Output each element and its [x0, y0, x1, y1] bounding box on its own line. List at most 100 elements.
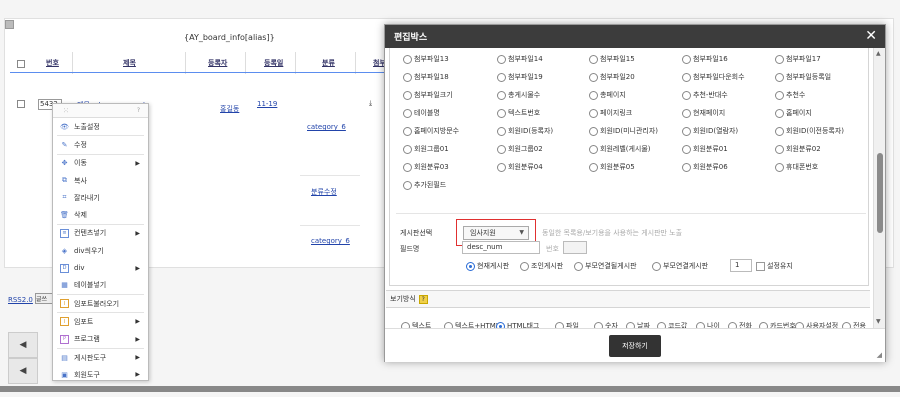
view-mode-option[interactable]: 나이 — [696, 321, 720, 328]
menu-item-import-load[interactable]: I 임포트불러오기 — [53, 295, 148, 312]
field-option[interactable]: 회원분류05 — [589, 162, 635, 172]
radio-button[interactable] — [403, 90, 412, 100]
menu-item-delete[interactable]: 🗑 삭제 — [53, 206, 148, 223]
radio-button[interactable] — [497, 162, 506, 172]
column-header-date[interactable]: 등록일 — [264, 58, 283, 68]
field-option[interactable]: 테이블명 — [403, 108, 440, 118]
view-mode-option[interactable]: 텍스트+HTML — [444, 321, 500, 328]
level-stepper[interactable]: 1 — [730, 259, 752, 272]
menu-item-edit[interactable]: ✎ 수정 — [53, 136, 148, 153]
menu-item-import[interactable]: I 임포트 ▶ — [53, 313, 148, 330]
menu-item-copy[interactable]: ⧉ 복사 — [53, 172, 148, 189]
radio-button[interactable] — [682, 54, 691, 64]
row-checkbox[interactable] — [17, 100, 25, 108]
field-option[interactable]: 페이지링크 — [589, 108, 632, 118]
board-type-option[interactable]: 부모연결될게시판 — [574, 261, 637, 271]
board-type-option[interactable]: 부모연결게시판 — [652, 261, 708, 271]
column-header-number[interactable]: 번호 — [46, 58, 59, 68]
radio-button[interactable] — [589, 90, 598, 100]
radio-button[interactable] — [497, 72, 506, 82]
dialog-scrollbar[interactable]: ▲ ▼ — [873, 48, 885, 328]
category-edit-link[interactable]: 분류수정 — [311, 187, 337, 197]
radio-button[interactable] — [589, 162, 598, 172]
radio-button[interactable] — [497, 90, 506, 100]
board-type-option[interactable]: 현재게시판 — [466, 261, 509, 271]
field-option[interactable]: 홈페이지방문수 — [403, 126, 459, 136]
help-icon[interactable]: ? — [137, 107, 140, 114]
field-option[interactable]: 첨부파일20 — [589, 72, 635, 82]
field-option[interactable]: 첨부파일19 — [497, 72, 543, 82]
radio-button[interactable] — [589, 72, 598, 82]
radio-button[interactable] — [403, 108, 412, 118]
rss-link[interactable]: RSS2.0 — [8, 296, 33, 304]
menu-item-div[interactable]: Ddiv ▶ — [53, 259, 148, 276]
menu-item-visibility[interactable]: 👁 노출설정 — [53, 118, 148, 135]
field-option[interactable]: 첨부파일등록일 — [775, 72, 831, 82]
radio-button[interactable] — [682, 162, 691, 172]
radio-button[interactable] — [403, 180, 412, 190]
field-option[interactable]: 첨부파일13 — [403, 54, 449, 64]
column-header-author[interactable]: 등록자 — [208, 58, 227, 68]
scroll-down-icon[interactable]: ▼ — [876, 318, 881, 325]
radio-button[interactable] — [682, 72, 691, 82]
view-mode-option[interactable]: 숫자 — [594, 321, 618, 328]
radio-button[interactable] — [589, 126, 598, 136]
radio-button[interactable] — [574, 261, 583, 271]
field-option[interactable]: 첨부파일16 — [682, 54, 728, 64]
radio-button[interactable] — [775, 108, 784, 118]
keep-setting-checkbox[interactable] — [756, 261, 765, 271]
radio-button[interactable] — [403, 162, 412, 172]
field-option[interactable]: 회원그룹02 — [497, 144, 543, 154]
field-option[interactable]: 텍스트번호 — [497, 108, 540, 118]
field-option[interactable]: 첨부파일14 — [497, 54, 543, 64]
radio-button[interactable] — [775, 72, 784, 82]
field-option[interactable]: 휴대폰번호 — [775, 162, 818, 172]
board-select[interactable]: 임사지원 ▼ — [463, 226, 529, 240]
download-icon[interactable]: ⤓ — [369, 99, 372, 108]
radio-button[interactable] — [682, 126, 691, 136]
view-mode-option[interactable]: 날짜 — [626, 321, 650, 328]
field-option[interactable]: 첨부파일다운회수 — [682, 72, 745, 82]
field-option[interactable]: 회원ID(미니관리자) — [589, 126, 658, 136]
select-all-checkbox[interactable] — [17, 60, 25, 68]
radio-button[interactable] — [497, 54, 506, 64]
field-option[interactable]: 회원레벨(게시물) — [589, 144, 651, 154]
menu-item-program[interactable]: P 프로그램 ▶ — [53, 331, 148, 348]
field-option[interactable]: 현재페이지 — [682, 108, 725, 118]
radio-button[interactable] — [589, 54, 598, 64]
column-header-category[interactable]: 분류 — [322, 58, 335, 68]
field-option[interactable]: 첨부파일18 — [403, 72, 449, 82]
field-option[interactable]: 회원ID(열람자) — [682, 126, 738, 136]
radio-button[interactable] — [403, 72, 412, 82]
view-mode-option[interactable]: 텍스트 — [401, 321, 431, 328]
dialog-titlebar[interactable]: 편집박스 ✕ — [385, 25, 885, 48]
radio-button[interactable] — [497, 126, 506, 136]
view-mode-option[interactable]: HTML태그 — [496, 321, 539, 328]
field-option[interactable]: 홈페이지 — [775, 108, 812, 118]
field-option[interactable]: 총페이지 — [589, 90, 626, 100]
menu-item-insert-content[interactable]: ≡ 컨텐츠넣기 ▶ — [53, 225, 148, 242]
number-input[interactable] — [563, 241, 587, 254]
menu-item-insert-table[interactable]: ▦ 테이블넣기 — [53, 277, 148, 294]
radio-button[interactable] — [403, 144, 412, 154]
radio-button[interactable] — [682, 90, 691, 100]
field-option[interactable]: 첨부파일크기 — [403, 90, 453, 100]
keep-setting-option[interactable]: 설정유지 — [756, 261, 793, 271]
field-option[interactable]: 추천수 — [775, 90, 805, 100]
column-header-title[interactable]: 제목 — [123, 58, 136, 68]
resize-handle-icon[interactable]: ◢ — [877, 351, 882, 359]
field-option[interactable]: 추천-반대수 — [682, 90, 728, 100]
menu-item-move[interactable]: ✥ 이동 ▶ — [53, 155, 148, 172]
close-icon[interactable]: ✕ — [865, 28, 877, 44]
menu-item-div-wrap[interactable]: ◈ div씌우기 — [53, 242, 148, 259]
field-option[interactable]: 회원그룹01 — [403, 144, 449, 154]
radio-button[interactable] — [775, 126, 784, 136]
field-option[interactable]: 추가된필드 — [403, 180, 446, 190]
radio-button[interactable] — [775, 144, 784, 154]
view-mode-option[interactable]: 전용 — [842, 321, 866, 328]
prev-page-button[interactable]: ◀ — [8, 332, 38, 358]
radio-button[interactable] — [497, 108, 506, 118]
field-option[interactable]: 회원ID(등록자) — [497, 126, 553, 136]
view-mode-option[interactable]: 사용자설정 — [795, 321, 838, 328]
prev-page-button-2[interactable]: ◀ — [8, 358, 38, 384]
